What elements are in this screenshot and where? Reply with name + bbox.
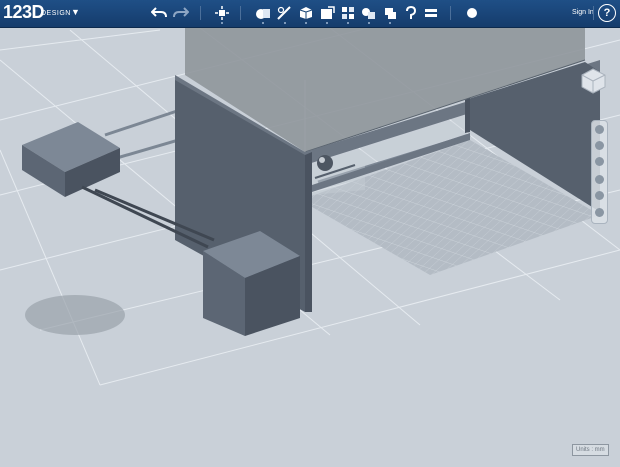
units-indicator[interactable]: Units : mm [572, 444, 609, 456]
tool-dropdown-dot [389, 22, 391, 24]
construct-button[interactable] [297, 4, 315, 22]
text-button[interactable] [423, 4, 439, 22]
app-menu-chevron-down-icon[interactable]: ▼ [71, 7, 80, 17]
view-cube[interactable] [578, 65, 608, 95]
undo-button[interactable] [150, 4, 168, 22]
app-logo[interactable]: 123D [3, 2, 45, 23]
tool-dropdown-dot [262, 22, 264, 24]
transform-button[interactable] [214, 4, 230, 22]
tool-dropdown-dot [305, 22, 307, 24]
toolbar-separator [200, 6, 201, 20]
cube-shadow [25, 295, 125, 335]
help-button[interactable]: ? [598, 4, 616, 22]
frame-left-leg-edge [305, 152, 312, 312]
sphere-object [317, 155, 333, 171]
toolbar-separator [593, 6, 594, 20]
navigation-bar [591, 120, 608, 224]
orbit-icon[interactable] [595, 141, 604, 150]
redo-button[interactable] [172, 4, 190, 22]
pan-icon[interactable] [595, 125, 604, 134]
frame-right-leg-edge [465, 98, 470, 133]
construct-icon [299, 7, 313, 19]
tool-dropdown-dot [326, 22, 328, 24]
material-button[interactable] [464, 4, 480, 22]
top-toolbar: 123D DESIGN ▼ Sign In ? [0, 0, 620, 28]
app-logo-sub: DESIGN [41, 10, 71, 17]
primitives-icon [256, 9, 270, 19]
modify-button[interactable] [318, 4, 336, 22]
tool-dropdown-dot [221, 22, 223, 24]
view-mode-icon[interactable] [595, 191, 604, 200]
transform-icon [215, 6, 229, 20]
fit-icon[interactable] [595, 175, 604, 184]
group-icon [362, 8, 375, 19]
material-icon [467, 8, 477, 18]
text-icon [425, 9, 437, 17]
visibility-icon[interactable] [595, 208, 604, 217]
view-cube-icon [581, 68, 606, 94]
zoom-icon[interactable] [595, 157, 604, 166]
tool-dropdown-dot [368, 22, 370, 24]
sphere-highlight [319, 157, 325, 163]
3d-viewport[interactable] [0, 28, 620, 467]
combine-button[interactable] [381, 4, 399, 22]
measure-button[interactable] [402, 4, 420, 22]
toolbar-separator [450, 6, 451, 20]
sketch-button[interactable] [276, 4, 294, 22]
sketch-icon [277, 6, 291, 20]
combine-icon [385, 8, 396, 19]
pattern-button[interactable] [339, 4, 357, 22]
measure-icon [406, 6, 417, 19]
tool-dropdown-dot [284, 22, 286, 24]
pattern-icon [342, 7, 354, 19]
toolbar-separator [240, 6, 241, 20]
sign-in-link[interactable]: Sign In [572, 9, 594, 16]
undo-icon [151, 7, 167, 18]
tool-dropdown-dot [347, 22, 349, 24]
modify-icon [321, 6, 335, 19]
redo-icon [173, 7, 189, 18]
primitives-button[interactable] [254, 4, 272, 22]
group-button[interactable] [360, 4, 378, 22]
scene-canvas[interactable] [0, 28, 620, 467]
